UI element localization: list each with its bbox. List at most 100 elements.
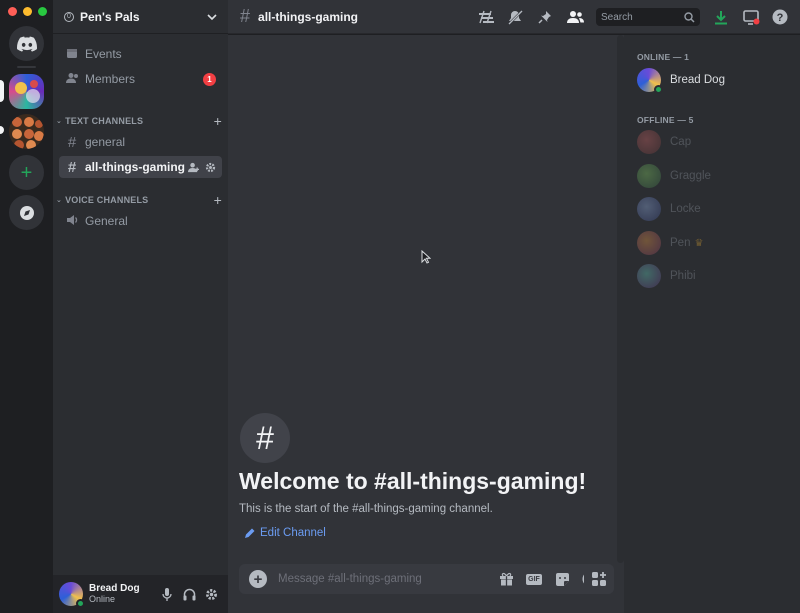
home-button[interactable] <box>9 26 44 61</box>
speaker-icon <box>65 214 79 229</box>
category-voice-channels[interactable]: ⌄ VOICE CHANNELS + <box>56 192 222 208</box>
mute-button[interactable] <box>156 583 178 605</box>
headphones-icon <box>183 588 195 600</box>
sticker-button[interactable] <box>548 569 576 589</box>
pencil-icon <box>245 528 255 538</box>
channel-sidebar: 0 Pen's Pals Events Members 1 ⌄ TEXT CHA… <box>53 0 228 613</box>
channel-label: general <box>85 135 126 149</box>
channel-topbar: # all-things-gaming ? <box>228 0 800 34</box>
welcome-subtitle: This is the start of the #all-things-gam… <box>239 503 493 515</box>
member-item[interactable]: Graggle <box>632 162 792 190</box>
member-item[interactable]: Phibi <box>632 262 792 290</box>
create-channel-button[interactable]: + <box>214 192 222 208</box>
channel-label: General <box>85 214 128 228</box>
avatar <box>637 231 661 255</box>
channel-all-things-gaming[interactable]: # all-things-gaming <box>59 156 222 178</box>
category-text-channels[interactable]: ⌄ TEXT CHANNELS + <box>56 113 222 129</box>
pin-icon <box>538 11 551 24</box>
notification-settings-button[interactable] <box>505 7 525 27</box>
member-list-toggle[interactable] <box>565 7 585 27</box>
search-input[interactable] <box>601 11 681 23</box>
online-header: ONLINE — 1 <box>637 52 690 62</box>
server-avatar-art <box>12 117 44 149</box>
screen-share-icon <box>742 9 759 25</box>
explore-servers-button[interactable] <box>9 195 44 230</box>
server-avatar-art <box>15 80 40 103</box>
chat-scrollbar[interactable] <box>617 35 624 563</box>
voice-channel-general[interactable]: General <box>59 210 222 232</box>
edit-channel-link[interactable]: Edit Channel <box>244 527 326 539</box>
user-names[interactable]: Bread Dog Online <box>89 583 156 605</box>
chevron-down-icon: ⌄ <box>56 197 63 204</box>
discord-logo-icon <box>16 36 37 52</box>
avatar <box>637 68 663 94</box>
member-item[interactable]: Pen ♛ <box>632 229 792 257</box>
member-name: Phibi <box>670 270 696 282</box>
window-close-button[interactable] <box>8 7 17 16</box>
boost-count-badge: 0 <box>64 11 74 22</box>
avatar <box>637 164 661 188</box>
channel-general[interactable]: # general <box>59 131 222 153</box>
chat-area: # Welcome to #all-things-gaming! This is… <box>228 35 624 613</box>
hashtag-icon: # <box>240 6 251 26</box>
bell-muted-icon <box>508 10 523 25</box>
help-icon: ? <box>772 9 788 25</box>
pinned-messages-button[interactable] <box>535 7 555 27</box>
channel-actions <box>188 162 216 173</box>
username: Bread Dog <box>89 583 140 594</box>
threads-button[interactable] <box>476 7 496 27</box>
sidebar-item-label: Events <box>85 47 122 61</box>
threads-icon <box>478 10 494 24</box>
offline-header: OFFLINE — 5 <box>637 115 694 125</box>
deafen-button[interactable] <box>178 583 200 605</box>
server-icon-pens-pals[interactable] <box>9 114 44 149</box>
avatar <box>637 130 661 154</box>
hashtag-icon: # <box>67 133 77 151</box>
message-input[interactable] <box>278 573 492 585</box>
calendar-icon <box>65 47 79 62</box>
user-panel: Bread Dog Online <box>53 575 228 613</box>
crown-icon: ♛ <box>694 237 704 249</box>
gift-button[interactable] <box>492 569 520 589</box>
member-name: Pen <box>670 237 691 249</box>
download-button[interactable] <box>711 7 731 27</box>
avatar[interactable] <box>59 582 85 608</box>
member-item[interactable]: Locke <box>632 195 792 223</box>
sticker-icon <box>555 572 569 586</box>
user-settings-button[interactable] <box>200 583 222 605</box>
gear-icon <box>205 588 217 600</box>
guild-header[interactable]: 0 Pen's Pals <box>53 0 228 34</box>
active-server-pill <box>0 80 4 102</box>
gif-icon: GIF <box>526 573 542 585</box>
channel-hashtag-avatar: # <box>240 413 290 463</box>
member-item[interactable]: Cap <box>632 128 792 156</box>
window-zoom-button[interactable] <box>38 7 47 16</box>
guild-name: Pen's Pals <box>80 9 140 24</box>
microphone-icon <box>162 587 172 601</box>
sidebar-item-events[interactable]: Events <box>59 43 222 65</box>
online-status-dot <box>76 599 85 608</box>
apps-icon <box>592 572 606 586</box>
sidebar-item-label: Members <box>85 72 136 86</box>
invite-icon[interactable] <box>188 162 199 173</box>
server-icon-1[interactable] <box>9 74 44 109</box>
help-button[interactable]: ? <box>770 7 790 27</box>
create-channel-button[interactable]: + <box>214 113 222 129</box>
gear-icon[interactable] <box>205 162 216 173</box>
add-server-button[interactable]: + <box>9 155 44 190</box>
message-composer: + GIF <box>239 564 614 594</box>
notification-badge: 1 <box>203 72 216 86</box>
inbox-button[interactable] <box>741 7 761 27</box>
search-box[interactable] <box>596 8 700 26</box>
members-icon <box>566 11 584 23</box>
member-name: Bread Dog <box>670 74 725 86</box>
gif-button[interactable]: GIF <box>520 569 548 589</box>
member-item[interactable]: Bread Dog <box>632 66 792 94</box>
apps-button[interactable] <box>584 564 614 594</box>
sidebar-item-members[interactable]: Members 1 <box>59 68 222 90</box>
member-list: ONLINE — 1 Bread Dog OFFLINE — 5 Cap Gra… <box>624 35 800 613</box>
window-minimize-button[interactable] <box>23 7 32 16</box>
members-icon <box>65 72 79 87</box>
attach-button[interactable]: + <box>249 570 267 588</box>
download-icon <box>715 10 727 24</box>
